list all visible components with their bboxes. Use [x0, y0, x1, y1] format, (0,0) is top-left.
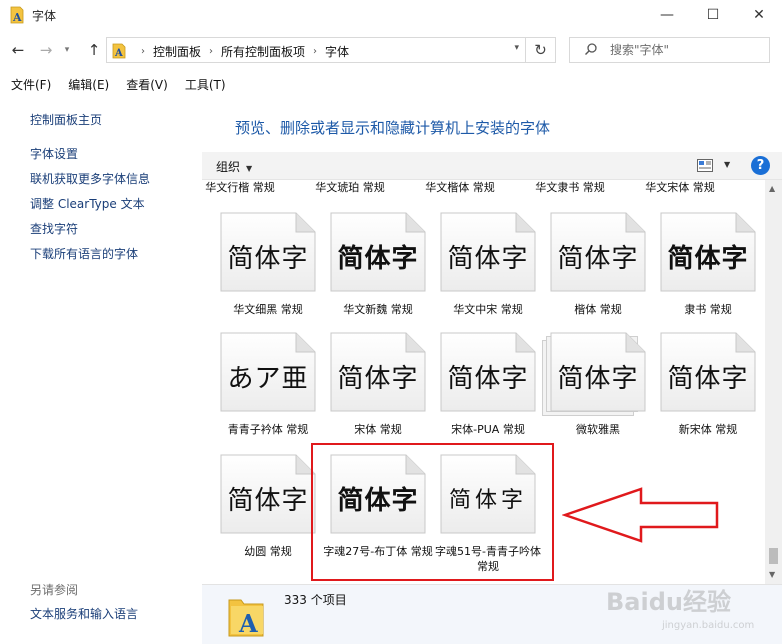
menu-edit[interactable]: 编辑(E) — [68, 76, 109, 93]
font-sample-text: 简体字 — [557, 244, 639, 274]
pointer-arrow-annotation — [562, 487, 719, 543]
font-label[interactable]: 华文隶书 常规 — [515, 180, 625, 195]
font-sample-text: 简体字 — [447, 244, 529, 274]
breadcrumb-separator-icon[interactable]: › — [141, 46, 145, 57]
breadcrumb-control-panel[interactable]: 控制面板 — [153, 43, 201, 60]
font-sample-text: 简体字 — [227, 486, 309, 516]
font-label[interactable]: 楷体 常规 — [543, 302, 653, 317]
font-sample-text: 简体字 — [337, 244, 419, 274]
font-label[interactable]: 新宋体 常规 — [653, 422, 763, 437]
menu-view[interactable]: 查看(V) — [126, 76, 168, 93]
watermark-text: Baidu经验 — [606, 588, 731, 616]
window-title: 字体 — [32, 9, 57, 23]
font-label[interactable]: 宋体 常规 — [323, 422, 433, 437]
font-tile[interactable]: 简体字 — [550, 212, 646, 292]
font-sample-text: 简体字 — [667, 244, 749, 274]
item-count: 333 个项目 — [284, 593, 347, 607]
page-title: 预览、删除或者显示和隐藏计算机上安装的字体 — [235, 119, 551, 137]
font-tile[interactable]: 简体字 — [660, 332, 756, 412]
address-dropdown-icon[interactable]: ▾ — [514, 43, 519, 53]
command-bar: 组织 ▼ ▼ ? — [202, 152, 782, 180]
watermark-url: jingyan.baidu.com — [662, 620, 755, 631]
fonts-folder-icon: A — [112, 43, 126, 59]
fonts-app-icon: A — [10, 6, 24, 24]
font-label[interactable]: 华文细黑 常规 — [213, 302, 323, 317]
font-tile[interactable]: 简体字 — [440, 212, 536, 292]
adjust-cleartype-link[interactable]: 调整 ClearType 文本 — [30, 197, 150, 222]
font-label[interactable]: 华文楷体 常规 — [405, 180, 515, 195]
recent-locations-chevron-icon[interactable]: ▾ — [60, 40, 74, 60]
breadcrumb-all-control-panel-items[interactable]: 所有控制面板项 — [221, 43, 305, 60]
breadcrumb-fonts[interactable]: 字体 — [325, 43, 349, 60]
font-tile[interactable]: 简体字 — [542, 332, 646, 416]
organize-label: 组织 — [216, 160, 241, 174]
refresh-button[interactable]: ↻ — [526, 37, 556, 63]
font-label[interactable]: 华文行楷 常规 — [202, 180, 295, 195]
breadcrumb-separator-icon[interactable]: › — [313, 46, 317, 57]
font-label[interactable]: 微软雅黑 — [543, 422, 653, 437]
svg-text:A: A — [238, 609, 258, 638]
font-label[interactable]: 隶书 常规 — [653, 302, 763, 317]
back-arrow-icon[interactable]: ← — [8, 40, 28, 60]
svg-text:A: A — [12, 11, 22, 24]
get-more-font-info-link[interactable]: 联机获取更多字体信息 — [30, 172, 150, 197]
font-settings-link[interactable]: 字体设置 — [30, 147, 150, 172]
up-arrow-icon[interactable]: ↑ — [84, 40, 104, 60]
font-tile[interactable]: 简体字 — [330, 332, 426, 412]
search-input[interactable] — [610, 41, 760, 59]
font-tile[interactable]: 简体字 — [220, 212, 316, 292]
download-all-fonts-link[interactable]: 下载所有语言的字体 — [30, 247, 150, 272]
font-label[interactable]: 幼圆 常规 — [213, 544, 323, 559]
text-services-link[interactable]: 文本服务和输入语言 — [30, 605, 138, 622]
font-label[interactable]: 青青子衿体 常规 — [213, 422, 323, 437]
font-tile[interactable]: 简体字 — [220, 454, 316, 534]
organize-caret-icon: ▼ — [246, 164, 253, 173]
address-bar[interactable]: A › 控制面板 › 所有控制面板项 › 字体 ▾ — [106, 37, 526, 63]
title-bar: A 字体 — ☐ ✕ — [0, 0, 782, 31]
font-sample-text: 简体字 — [227, 244, 309, 274]
font-label[interactable]: 华文琥珀 常规 — [295, 180, 405, 195]
scroll-up-arrow-icon[interactable]: ▲ — [769, 184, 775, 193]
view-options-caret-icon[interactable]: ▼ — [724, 160, 730, 169]
organize-button[interactable]: 组织 ▼ — [216, 158, 252, 175]
font-label[interactable]: 华文宋体 常规 — [625, 180, 735, 195]
minimize-button[interactable]: — — [644, 0, 690, 30]
see-also-heading: 另请参阅 — [30, 583, 79, 597]
baidu-jingyan-watermark: Baidu经验 jingyan.baidu.com — [596, 576, 782, 642]
navigation-bar: ← → ▾ ↑ A › 控制面板 › 所有控制面板项 › 字体 ▾ ↻ — [0, 31, 782, 69]
maximize-button[interactable]: ☐ — [690, 0, 736, 30]
font-label[interactable]: 华文新魏 常规 — [323, 302, 433, 317]
left-task-pane: 控制面板主页 字体设置 联机获取更多字体信息 调整 ClearType 文本 查… — [0, 95, 202, 644]
find-character-link[interactable]: 查找字符 — [30, 222, 150, 247]
font-tile[interactable]: 简体字 — [440, 332, 536, 412]
vertical-scrollbar[interactable]: ▲ ▼ — [765, 180, 782, 584]
help-icon[interactable]: ? — [751, 156, 770, 175]
font-label[interactable]: 宋体-PUA 常规 — [433, 422, 543, 437]
change-view-icon[interactable] — [697, 159, 713, 172]
font-tile[interactable]: 简体字 — [330, 212, 426, 292]
font-sample-text: 简体字 — [337, 364, 419, 394]
font-sample-text: あア亜 — [227, 364, 309, 394]
breadcrumb: › 控制面板 › 所有控制面板项 › 字体 — [133, 43, 349, 60]
search-icon — [585, 43, 597, 55]
scrollbar-thumb[interactable] — [769, 548, 778, 564]
font-tile[interactable]: 简体字 — [660, 212, 756, 292]
menu-bar: 文件(F) 编辑(E) 查看(V) 工具(T) — [0, 73, 782, 95]
close-button[interactable]: ✕ — [736, 0, 782, 30]
menu-tools[interactable]: 工具(T) — [185, 76, 226, 93]
forward-arrow-icon[interactable]: → — [36, 40, 56, 60]
search-box[interactable] — [569, 37, 770, 63]
breadcrumb-separator-icon[interactable]: › — [209, 46, 213, 57]
font-tile[interactable]: あア亜 — [220, 332, 316, 412]
highlight-box — [311, 443, 554, 581]
task-list: 字体设置 联机获取更多字体信息 调整 ClearType 文本 查找字符 下载所… — [30, 147, 150, 272]
font-label[interactable]: 华文中宋 常规 — [433, 302, 543, 317]
svg-text:A: A — [114, 48, 123, 59]
menu-file[interactable]: 文件(F) — [11, 76, 51, 93]
font-sample-text: 简体字 — [667, 364, 749, 394]
fonts-folder-large-icon: A — [228, 599, 264, 638]
font-sample-text: 简体字 — [557, 364, 639, 394]
control-panel-home-link[interactable]: 控制面板主页 — [30, 111, 102, 128]
font-sample-text: 简体字 — [447, 364, 529, 394]
